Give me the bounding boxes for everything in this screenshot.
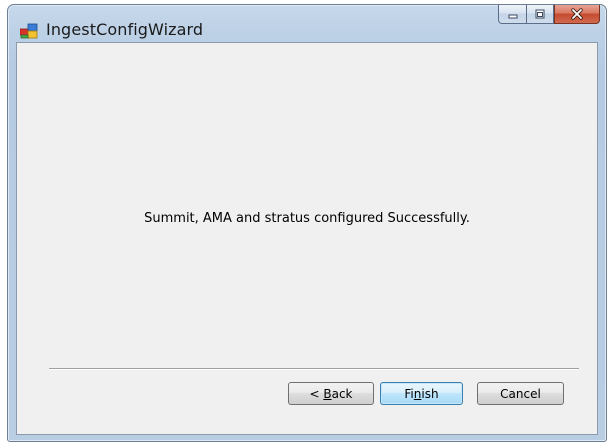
wizard-client-area: Summit, AMA and stratus configured Succe… [16,42,598,435]
minimize-button[interactable] [498,5,526,24]
finish-button-mnemonic: n [413,386,422,401]
maximize-icon [535,9,545,19]
back-button[interactable]: < Back [288,382,374,405]
back-button-mnemonic: B [323,386,332,401]
finish-button[interactable]: Fi n ish [380,382,463,405]
caption-buttons [498,5,600,25]
app-icon [20,23,38,39]
cancel-button[interactable]: Cancel [477,382,564,405]
finish-button-prefix: Fi [404,386,414,401]
back-button-rest: ack [331,386,353,401]
close-icon [571,8,583,20]
success-message: Summit, AMA and stratus configured Succe… [144,211,470,226]
back-button-prefix: < [309,386,324,401]
finish-button-rest: ish [421,386,439,401]
minimize-icon [508,14,517,19]
wizard-window: IngestConfigWizard Summit, AMA and strat… [7,4,607,442]
close-button[interactable] [554,5,600,24]
maximize-button[interactable] [526,5,554,24]
window-title: IngestConfigWizard [46,20,204,39]
button-separator [49,368,579,370]
